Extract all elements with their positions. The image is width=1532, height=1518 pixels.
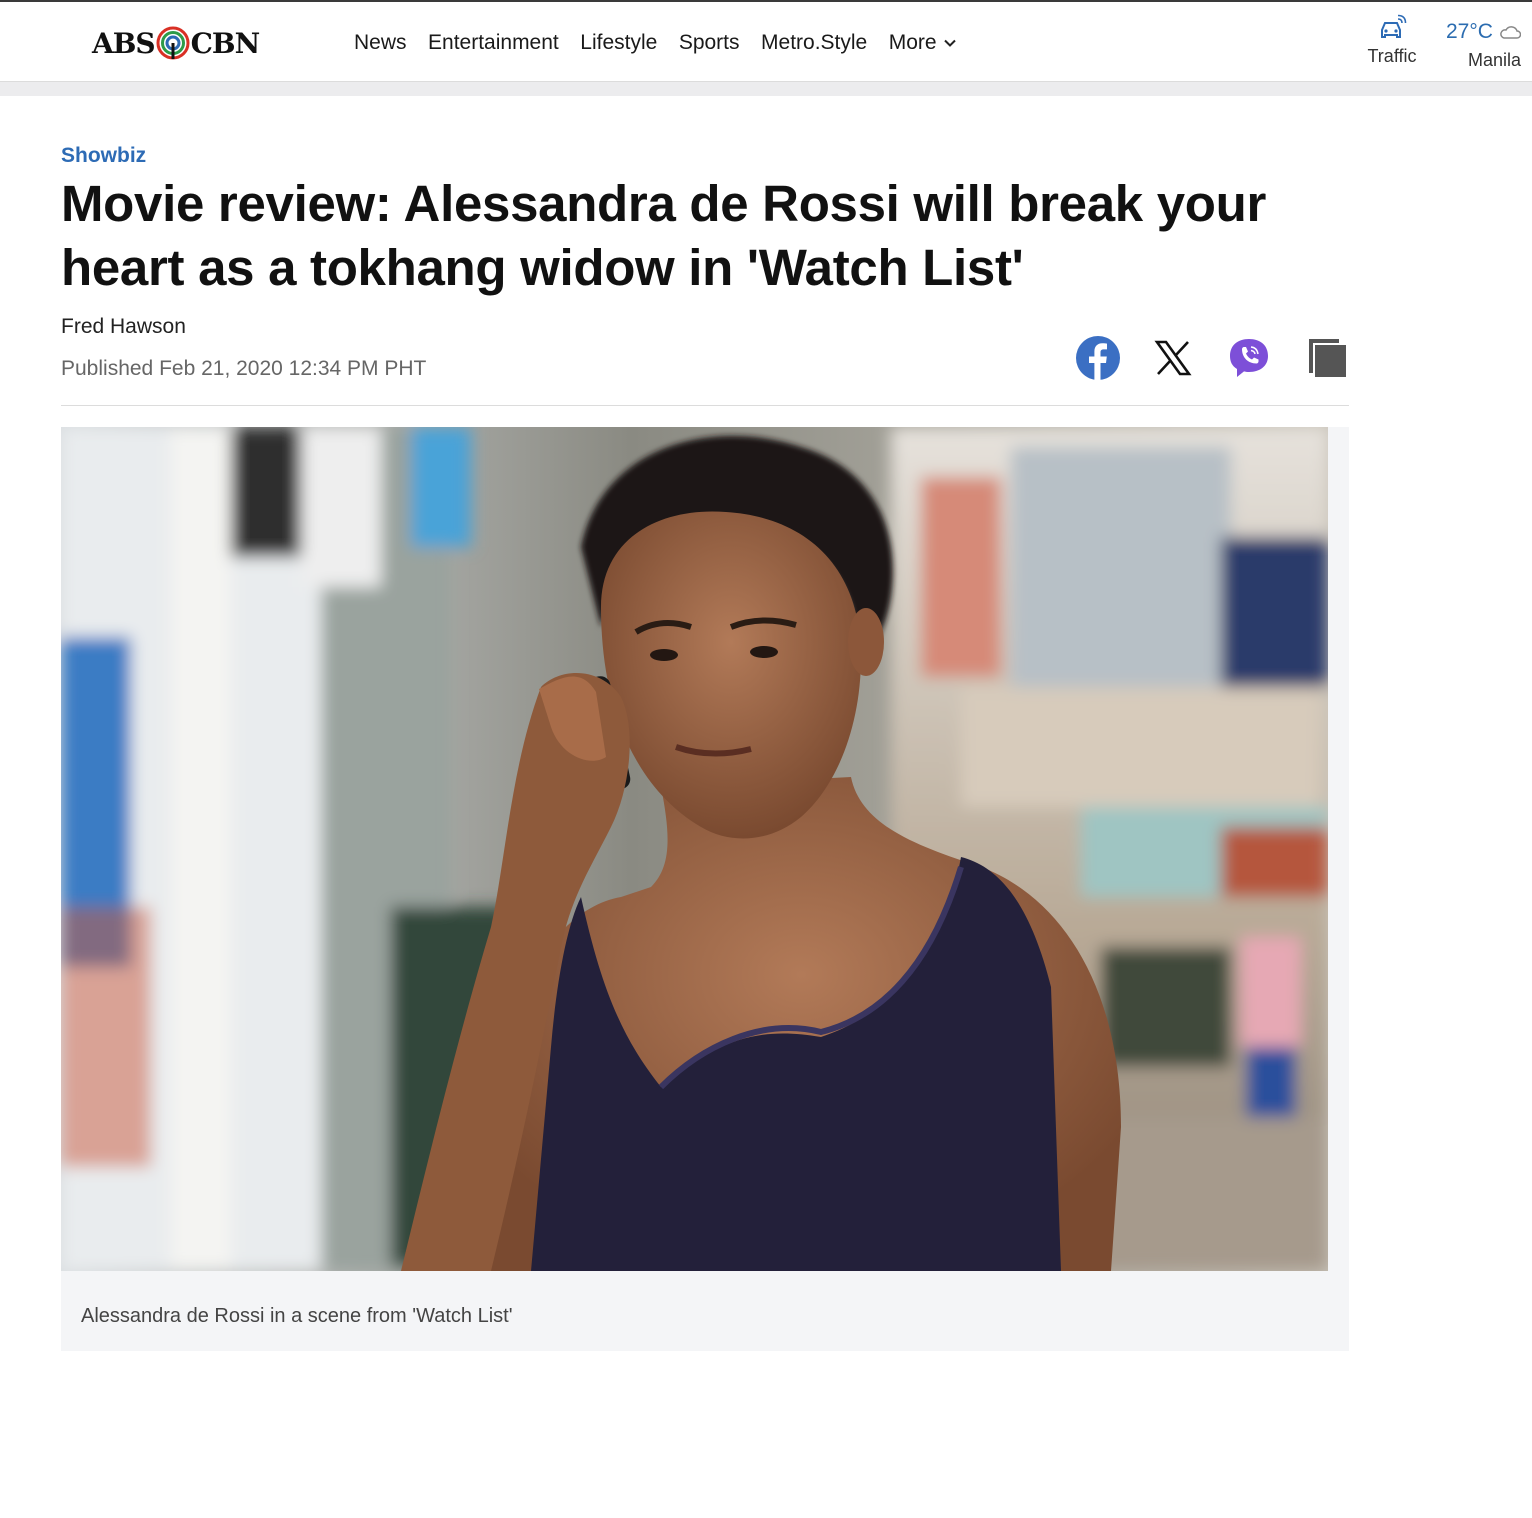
car-icon [1381, 14, 1407, 38]
x-icon[interactable] [1150, 335, 1196, 381]
nav-sports[interactable]: Sports [679, 30, 740, 56]
logo-text-left: ABS [92, 26, 156, 60]
article-headline: Movie review: Alessandra de Rossi will b… [61, 175, 1267, 296]
lead-photo[interactable] [61, 427, 1328, 1271]
facebook-icon[interactable] [1075, 335, 1121, 381]
woman-on-phone-photo [61, 427, 1328, 1271]
nav-metro-style[interactable]: Metro.Style [761, 30, 867, 56]
logo-text-right: CBN [190, 26, 261, 60]
published-date: Published Feb 21, 2020 12:34 PM PHT [61, 357, 427, 380]
traffic-link[interactable]: Traffic [1360, 14, 1424, 67]
meta-divider [61, 405, 1349, 406]
site-header: ABS CBN News Entertainment Lifestyle Spo… [0, 2, 1532, 82]
chevron-down-icon [943, 39, 956, 47]
traffic-label: Traffic [1367, 46, 1417, 66]
nav-more-label: More [888, 31, 937, 54]
weather-temperature: 27°C [1446, 20, 1493, 43]
category-link[interactable]: Showbiz [61, 144, 146, 168]
copy-link-icon[interactable] [1303, 335, 1349, 381]
weather-widget[interactable]: 27°C Manila [1446, 20, 1532, 71]
nav-entertainment[interactable]: Entertainment [428, 30, 559, 56]
header-shadow-bar [0, 82, 1532, 96]
abs-cbn-logo[interactable]: ABS CBN [92, 26, 261, 60]
main-nav: News Entertainment Lifestyle Sports Metr… [354, 30, 978, 56]
weather-city: Manila [1468, 50, 1522, 70]
nav-lifestyle[interactable]: Lifestyle [580, 30, 657, 56]
lead-figure: Alessandra de Rossi in a scene from 'Wat… [61, 427, 1349, 1351]
logo-rings-icon [156, 26, 190, 60]
cloud-icon [1500, 26, 1521, 39]
nav-news[interactable]: News [354, 30, 407, 56]
author-name[interactable]: Fred Hawson [61, 315, 186, 339]
photo-caption: Alessandra de Rossi in a scene from 'Wat… [81, 1305, 513, 1327]
nav-more[interactable]: More [889, 30, 957, 56]
viber-icon[interactable] [1226, 335, 1272, 381]
